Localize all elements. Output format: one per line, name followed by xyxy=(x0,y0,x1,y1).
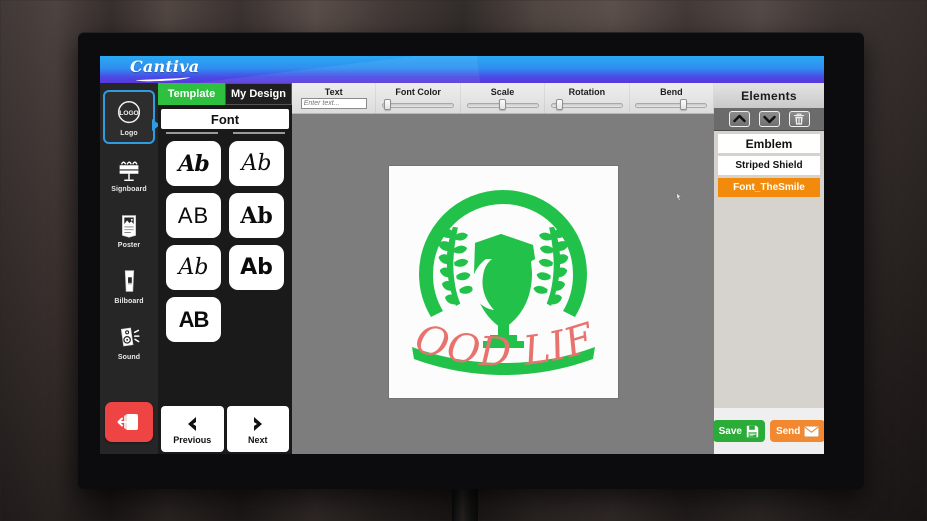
poster-icon xyxy=(122,214,136,238)
font-tile[interactable]: AB xyxy=(166,193,221,238)
scale-slider[interactable] xyxy=(466,98,539,110)
brand-bar: Cantiva xyxy=(100,56,824,83)
sidebar-item-label: Logo xyxy=(120,129,138,137)
speaker-icon xyxy=(120,327,140,346)
send-button[interactable]: Send xyxy=(769,420,824,442)
elements-title: Elements xyxy=(714,83,824,108)
previous-button[interactable]: Previous xyxy=(161,406,224,452)
text-label: Text xyxy=(324,87,343,97)
slider-knob[interactable] xyxy=(498,98,506,110)
chevron-left-icon xyxy=(188,416,197,431)
list-item[interactable]: Emblem xyxy=(718,134,820,153)
elements-list: Emblem Striped Shield Font_TheSmile xyxy=(714,131,824,408)
exit-button[interactable] xyxy=(105,402,153,442)
sidebar-item-label: Bilboard xyxy=(114,297,144,305)
tool-bend: Bend xyxy=(630,83,715,113)
floppy-icon xyxy=(746,425,759,437)
sidebar-item-poster[interactable]: Poster xyxy=(103,202,155,256)
font-pagination: Previous Next xyxy=(158,406,292,454)
envelope-icon xyxy=(804,425,820,437)
rotation-label: Rotation xyxy=(568,86,606,97)
center-column: Text Font Color Scale xyxy=(292,83,715,454)
artwork-emblem[interactable]: GOOD LIFE xyxy=(372,130,618,398)
font-tile[interactable]: Ab xyxy=(229,141,284,186)
slider-knob[interactable] xyxy=(555,98,563,110)
font-tile[interactable]: Ab xyxy=(229,193,284,238)
billboard-icon xyxy=(124,269,135,292)
mouse-cursor-icon xyxy=(676,193,682,201)
signboard-icon xyxy=(119,161,139,181)
sidebar-item-label: Poster xyxy=(117,241,141,249)
tool-rotation: Rotation xyxy=(545,83,630,113)
font-color-label: Font Color xyxy=(395,86,441,97)
move-down-button[interactable] xyxy=(758,111,780,127)
font-color-slider[interactable] xyxy=(382,98,455,110)
send-label: Send xyxy=(775,425,801,437)
monitor-stand xyxy=(452,489,478,521)
save-button[interactable]: Save xyxy=(712,420,765,442)
font-panel: Template My Design Font Ab Ab AB Ab Ab A… xyxy=(158,83,292,454)
svg-text:LOGO: LOGO xyxy=(119,109,138,116)
sidebar-item-signboard[interactable]: Signboard xyxy=(103,146,155,200)
sidebar-item-label: Signboard xyxy=(111,185,147,193)
text-input[interactable] xyxy=(300,98,367,109)
tab-template[interactable]: Template xyxy=(158,83,225,105)
tool-scale: Scale xyxy=(461,83,546,113)
sidebar-item-sound[interactable]: Sound xyxy=(103,314,155,368)
delete-button[interactable] xyxy=(788,111,810,127)
font-tile[interactable]: Ab xyxy=(166,245,221,290)
trash-icon xyxy=(794,113,804,125)
logo-circle-icon: LOGO xyxy=(117,100,141,123)
font-tile[interactable]: Ab xyxy=(229,245,284,290)
move-up-button[interactable] xyxy=(728,111,750,127)
slider-track xyxy=(635,102,708,108)
application-screen: Cantiva LOGO Logo Signboard Poster Bilbo… xyxy=(100,56,824,454)
sidebar-item-bilboard[interactable]: Bilboard xyxy=(103,258,155,312)
design-canvas[interactable]: GOOD LIFE xyxy=(372,130,618,398)
bend-label: Bend xyxy=(660,86,683,97)
brand-swash-icon xyxy=(135,75,191,82)
tool-font-color: Font Color xyxy=(376,83,461,113)
list-item[interactable]: Striped Shield xyxy=(718,156,820,175)
next-button[interactable]: Next xyxy=(226,406,289,452)
exit-door-icon xyxy=(117,414,138,430)
tab-my-design[interactable]: My Design xyxy=(225,83,292,105)
bend-slider[interactable] xyxy=(635,98,708,110)
left-sidebar: LOGO Logo Signboard Poster Bilboard Soun… xyxy=(100,83,160,454)
panel-tabs: Template My Design xyxy=(158,83,292,105)
chevron-up-icon xyxy=(732,114,746,123)
chevron-right-icon xyxy=(253,416,262,431)
elements-actions: Save Send xyxy=(712,408,824,454)
next-label: Next xyxy=(247,434,268,445)
editor-toolbar: Text Font Color Scale xyxy=(292,83,715,114)
chevron-down-icon xyxy=(762,115,776,124)
slider-knob[interactable] xyxy=(384,98,392,110)
font-tile[interactable]: Ab xyxy=(166,141,221,186)
elements-panel: Elements Emblem Striped Shield Font_TheS… xyxy=(712,83,824,454)
brand-logo: Cantiva xyxy=(130,57,200,76)
font-panel-title: Font xyxy=(161,109,289,129)
previous-label: Previous xyxy=(173,434,212,445)
rotation-slider[interactable] xyxy=(550,98,623,110)
monitor-bezel: Cantiva LOGO Logo Signboard Poster Bilbo… xyxy=(78,32,864,489)
tool-text: Text xyxy=(292,83,377,113)
font-tile[interactable]: AB xyxy=(166,297,221,342)
slider-track xyxy=(382,102,455,108)
sidebar-item-logo[interactable]: LOGO Logo xyxy=(103,90,155,144)
save-label: Save xyxy=(718,425,742,437)
slider-knob[interactable] xyxy=(679,98,687,110)
elements-toolbar xyxy=(714,108,824,131)
sidebar-item-label: Sound xyxy=(117,353,141,361)
scale-label: Scale xyxy=(490,86,515,97)
list-item[interactable]: Font_TheSmile xyxy=(718,178,820,197)
canvas-stage[interactable]: GOOD LIFE xyxy=(292,114,714,454)
